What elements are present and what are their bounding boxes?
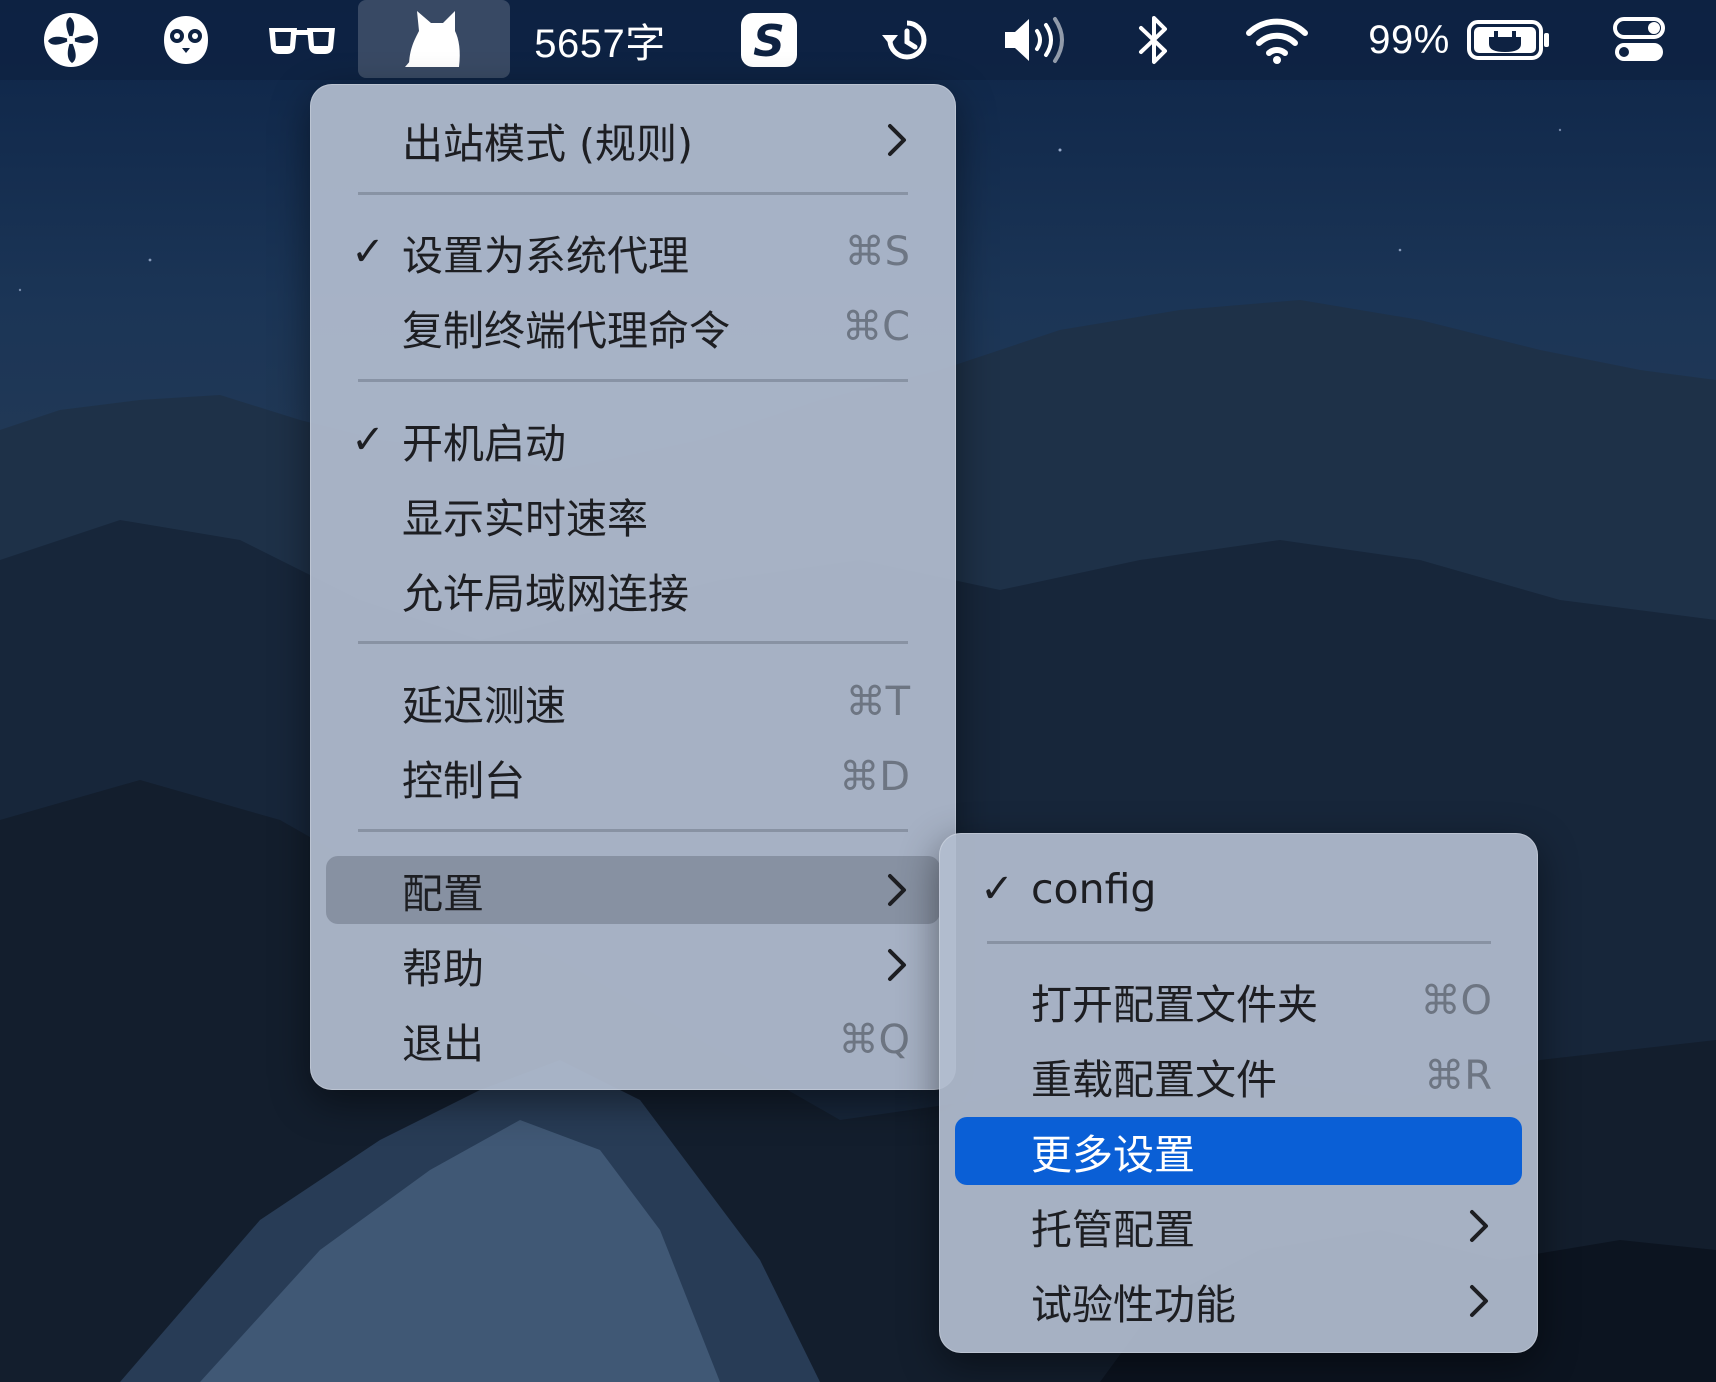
menu-item-set-system-proxy[interactable]: ✓ 设置为系统代理 ⌘S xyxy=(326,218,940,286)
menu-item-label: 控制台 xyxy=(402,757,525,805)
chevron-right-icon xyxy=(882,106,912,174)
menu-item-shortcut: ⌘S xyxy=(844,229,910,275)
control-center-icon[interactable] xyxy=(1610,0,1668,80)
menu-bar: 5657字 S 99% xyxy=(0,0,1716,80)
menu-separator xyxy=(358,192,908,195)
bluetooth-icon[interactable] xyxy=(1132,0,1176,80)
menu-item-shortcut: ⌘O xyxy=(1420,978,1492,1024)
menu-item-label: 退出 xyxy=(402,1020,484,1068)
submenu-item-config-profile[interactable]: ✓ config xyxy=(955,855,1522,923)
submenu-item-reload-config[interactable]: 重载配置文件 ⌘R xyxy=(955,1042,1522,1110)
menu-item-shortcut: ⌘D xyxy=(839,754,910,800)
word-count[interactable]: 5657字 xyxy=(528,0,672,80)
menu-item-shortcut: ⌘C xyxy=(842,304,910,350)
menu-item-label: 复制终端代理命令 xyxy=(402,307,730,355)
menu-item-latency-test[interactable]: 延迟测速 ⌘T xyxy=(326,668,940,736)
menu-item-help[interactable]: 帮助 xyxy=(326,931,940,999)
chevron-right-icon xyxy=(1464,1267,1494,1335)
checkmark-icon: ✓ xyxy=(980,866,1014,912)
battery-charging-icon[interactable] xyxy=(1464,0,1554,80)
time-machine-icon[interactable] xyxy=(876,0,938,80)
menu-item-launch-at-login[interactable]: ✓ 开机启动 xyxy=(326,406,940,474)
menu-item-label: 允许局域网连接 xyxy=(402,570,689,618)
battery-percent[interactable]: 99% xyxy=(1366,0,1452,80)
checkmark-icon: ✓ xyxy=(351,417,385,463)
submenu-item-managed-config[interactable]: 托管配置 xyxy=(955,1192,1522,1260)
menu-item-shortcut: ⌘R xyxy=(1424,1053,1492,1099)
menu-item-quit[interactable]: 退出 ⌘Q xyxy=(326,1006,940,1074)
battery-percent-text: 99% xyxy=(1368,17,1450,62)
menu-item-label: 打开配置文件夹 xyxy=(1031,981,1318,1029)
menu-item-shortcut: ⌘T xyxy=(845,679,910,725)
s-app-icon[interactable]: S xyxy=(738,0,800,80)
menu-item-copy-terminal-proxy-command[interactable]: 复制终端代理命令 ⌘C xyxy=(326,293,940,361)
menu-separator xyxy=(358,641,908,644)
volume-icon[interactable] xyxy=(1002,0,1074,80)
menu-item-label: 帮助 xyxy=(402,945,484,993)
menu-item-shortcut: ⌘Q xyxy=(838,1017,910,1063)
menu-item-label: 更多设置 xyxy=(1031,1131,1195,1179)
menu-item-show-realtime-speed[interactable]: 显示实时速率 xyxy=(326,481,940,549)
submenu-item-more-settings[interactable]: 更多设置 xyxy=(955,1117,1522,1185)
menu-item-label: 托管配置 xyxy=(1031,1206,1195,1254)
svg-text:S: S xyxy=(753,16,785,67)
menu-item-console[interactable]: 控制台 ⌘D xyxy=(326,743,940,811)
app-menu: 出站模式 (规则) ✓ 设置为系统代理 ⌘S 复制终端代理命令 ⌘C ✓ 开机启… xyxy=(310,84,956,1090)
pinwheel-icon[interactable] xyxy=(38,0,104,80)
menu-separator xyxy=(358,829,908,832)
menu-item-label: 设置为系统代理 xyxy=(402,232,689,280)
menu-item-outbound-mode[interactable]: 出站模式 (规则) xyxy=(326,106,940,174)
menu-item-config[interactable]: 配置 xyxy=(326,856,940,924)
menu-item-label: 出站模式 (规则) xyxy=(402,120,694,168)
chevron-right-icon xyxy=(882,931,912,999)
menu-item-allow-lan[interactable]: 允许局域网连接 xyxy=(326,556,940,624)
menu-item-label: 开机启动 xyxy=(402,420,566,468)
config-submenu: ✓ config 打开配置文件夹 ⌘O 重载配置文件 ⌘R 更多设置 托管配置 … xyxy=(939,833,1538,1353)
menu-item-label: 试验性功能 xyxy=(1031,1281,1236,1329)
chevron-right-icon xyxy=(1464,1192,1494,1260)
menu-item-label: 显示实时速率 xyxy=(402,495,648,543)
owl-icon[interactable] xyxy=(154,0,218,80)
submenu-item-open-config-folder[interactable]: 打开配置文件夹 ⌘O xyxy=(955,967,1522,1035)
menu-item-label: config xyxy=(1031,865,1157,913)
menu-separator xyxy=(358,379,908,382)
checkmark-icon: ✓ xyxy=(351,229,385,275)
menu-item-label: 重载配置文件 xyxy=(1031,1056,1277,1104)
glasses-icon[interactable] xyxy=(266,0,338,80)
chevron-right-icon xyxy=(882,856,912,924)
submenu-item-experimental-features[interactable]: 试验性功能 xyxy=(955,1267,1522,1335)
menu-item-label: 延迟测速 xyxy=(402,682,566,730)
menu-item-label: 配置 xyxy=(402,870,484,918)
word-count-text: 5657字 xyxy=(534,22,666,66)
menu-separator xyxy=(987,941,1491,944)
wifi-icon[interactable] xyxy=(1242,0,1312,80)
cat-icon[interactable] xyxy=(358,0,510,78)
